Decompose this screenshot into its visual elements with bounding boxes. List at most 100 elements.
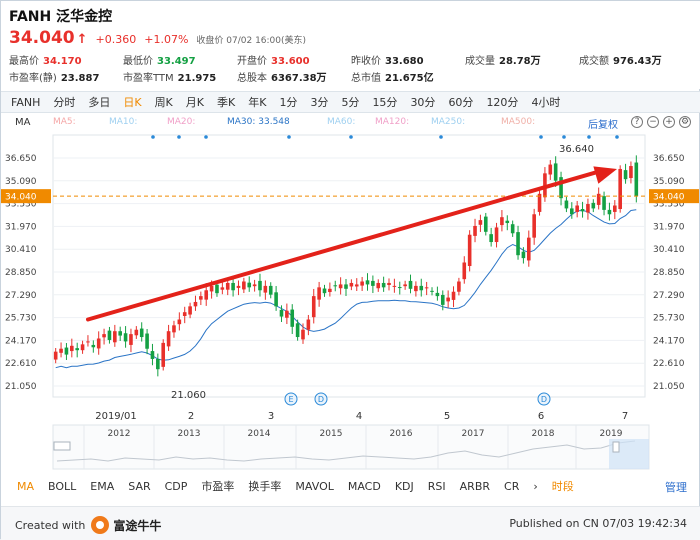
candle-body — [403, 284, 407, 287]
stat-item: 昨收价 33.680 — [351, 52, 424, 67]
candle-body — [285, 310, 289, 318]
candle-body — [118, 331, 123, 336]
period-tab[interactable]: 30分 — [410, 94, 435, 110]
session-tab[interactable]: 时段 — [552, 478, 574, 494]
stat-label: 成交额 — [579, 56, 609, 67]
candle-body — [397, 287, 402, 289]
range-year-label: 2012 — [108, 429, 131, 439]
y-tick-label-left: 30.410 — [5, 245, 37, 255]
period-tab[interactable]: 季K — [217, 94, 235, 110]
range-year-label: 2015 — [320, 429, 343, 439]
period-tab[interactable]: 3分 — [310, 94, 328, 110]
quote-header: FANH 泛华金控 34.040 ↑ +0.360 +1.07% 收盘价 07/… — [1, 1, 700, 89]
stat-item: 市盈率TTM 21.975 — [123, 69, 216, 84]
stat-item: 市盈率(静) 23.887 — [9, 69, 99, 84]
stat-label: 成交量 — [465, 56, 495, 67]
candle-body — [354, 284, 359, 287]
period-tab[interactable]: FANH — [11, 96, 40, 109]
indicator-tab[interactable]: KDJ — [395, 480, 414, 493]
stat-label: 市盈率(静) — [9, 73, 57, 84]
period-tab[interactable]: 月K — [186, 94, 204, 110]
candle-body — [365, 280, 370, 285]
event-marker-label: D — [318, 395, 324, 404]
candle-body — [478, 220, 483, 225]
candle-body — [59, 348, 63, 353]
candle-body — [236, 285, 241, 288]
event-dot — [615, 135, 619, 139]
chevron-right-icon[interactable]: › — [533, 480, 537, 493]
indicator-tab[interactable]: CR — [504, 480, 519, 493]
range-frame — [52, 424, 650, 470]
indicator-tab[interactable]: 市盈率 — [201, 478, 234, 494]
candle-body — [70, 345, 74, 352]
range-navigator[interactable]: 2012 2013 2014 2015 2016 2017 2018 2019 — [1, 423, 700, 471]
candle-body — [328, 288, 332, 293]
period-tab[interactable]: 120分 — [486, 94, 518, 110]
period-tab[interactable]: 年K — [248, 94, 266, 110]
candle-body — [516, 232, 520, 256]
candle-body — [166, 331, 171, 347]
period-tab[interactable]: 多日 — [88, 94, 110, 110]
candle-body — [602, 196, 606, 210]
candle-body — [440, 294, 445, 305]
period-tab[interactable]: 1分 — [279, 94, 297, 110]
last-price: 34.040 — [9, 28, 75, 48]
candle-body — [129, 334, 133, 345]
price-change-pct: +1.07% — [144, 33, 189, 46]
indicator-tab[interactable]: MA — [17, 480, 34, 493]
stat-item: 成交量 28.78万 — [465, 52, 541, 67]
candle-body — [591, 202, 596, 209]
candle-body — [91, 344, 96, 348]
indicator-tab[interactable]: ARBR — [460, 480, 490, 493]
indicator-tab[interactable]: SAR — [128, 480, 150, 493]
candle-body — [596, 193, 601, 205]
period-tab[interactable]: 4小时 — [531, 94, 560, 110]
indicator-tab[interactable]: CDP — [165, 480, 188, 493]
stat-item: 最高价 34.170 — [9, 52, 82, 67]
y-tick-label-right: 21.050 — [653, 382, 685, 392]
period-tab[interactable]: 5分 — [341, 94, 359, 110]
candle-body — [419, 285, 424, 291]
candle-body — [204, 290, 209, 300]
y-tick-label-left: 31.970 — [5, 222, 37, 232]
close-note: 收盘价 07/02 16:00(美东) — [196, 36, 307, 46]
candle-body — [548, 164, 553, 175]
candle-body — [182, 312, 187, 316]
period-tab[interactable]: 分时 — [53, 94, 75, 110]
indicator-tab[interactable]: MACD — [348, 480, 381, 493]
candle-body — [306, 319, 311, 330]
candle-body — [274, 292, 278, 307]
candle-body — [107, 330, 112, 340]
range-year-label: 2017 — [462, 429, 485, 439]
ma-legend-item: MA20: — [167, 117, 196, 127]
candle-body — [145, 333, 149, 349]
period-tab[interactable]: 15分 — [372, 94, 397, 110]
futu-logo-icon — [91, 516, 110, 534]
period-tab[interactable]: 日K — [123, 94, 141, 110]
adjust-toggle[interactable]: 后复权 — [588, 116, 618, 131]
range-year-label: 2016 — [390, 429, 413, 439]
indicator-tab[interactable]: BOLL — [48, 480, 76, 493]
candlestick-chart[interactable]: 36.650 36.65035.090 35.09033.530 33.53031.9… — [1, 131, 700, 423]
period-tab[interactable]: 60分 — [448, 94, 473, 110]
candle-body — [301, 329, 305, 340]
candle-body — [580, 209, 585, 212]
candle-body — [172, 325, 176, 333]
zoom-out-icon[interactable]: − — [647, 116, 659, 128]
chart-settings-icon[interactable]: ⚙ — [679, 116, 691, 128]
candle-body — [199, 296, 203, 300]
period-tab[interactable]: 周K — [155, 94, 173, 110]
candle-body — [435, 292, 440, 297]
manage-indicators-link[interactable]: 管理 — [665, 479, 687, 495]
candle-body — [381, 282, 386, 288]
candle-body — [322, 288, 327, 294]
indicator-tab[interactable]: 换手率 — [248, 478, 281, 494]
zoom-in-icon[interactable]: + — [663, 116, 675, 128]
indicator-tab[interactable]: RSI — [428, 480, 446, 493]
y-tick-label-left: 24.170 — [5, 336, 37, 346]
help-icon[interactable]: ? — [631, 116, 643, 128]
indicator-tab[interactable]: MAVOL — [295, 480, 333, 493]
event-dot — [587, 135, 591, 139]
current-price-label-right: 34.040 — [653, 193, 685, 203]
indicator-tab[interactable]: EMA — [90, 480, 114, 493]
